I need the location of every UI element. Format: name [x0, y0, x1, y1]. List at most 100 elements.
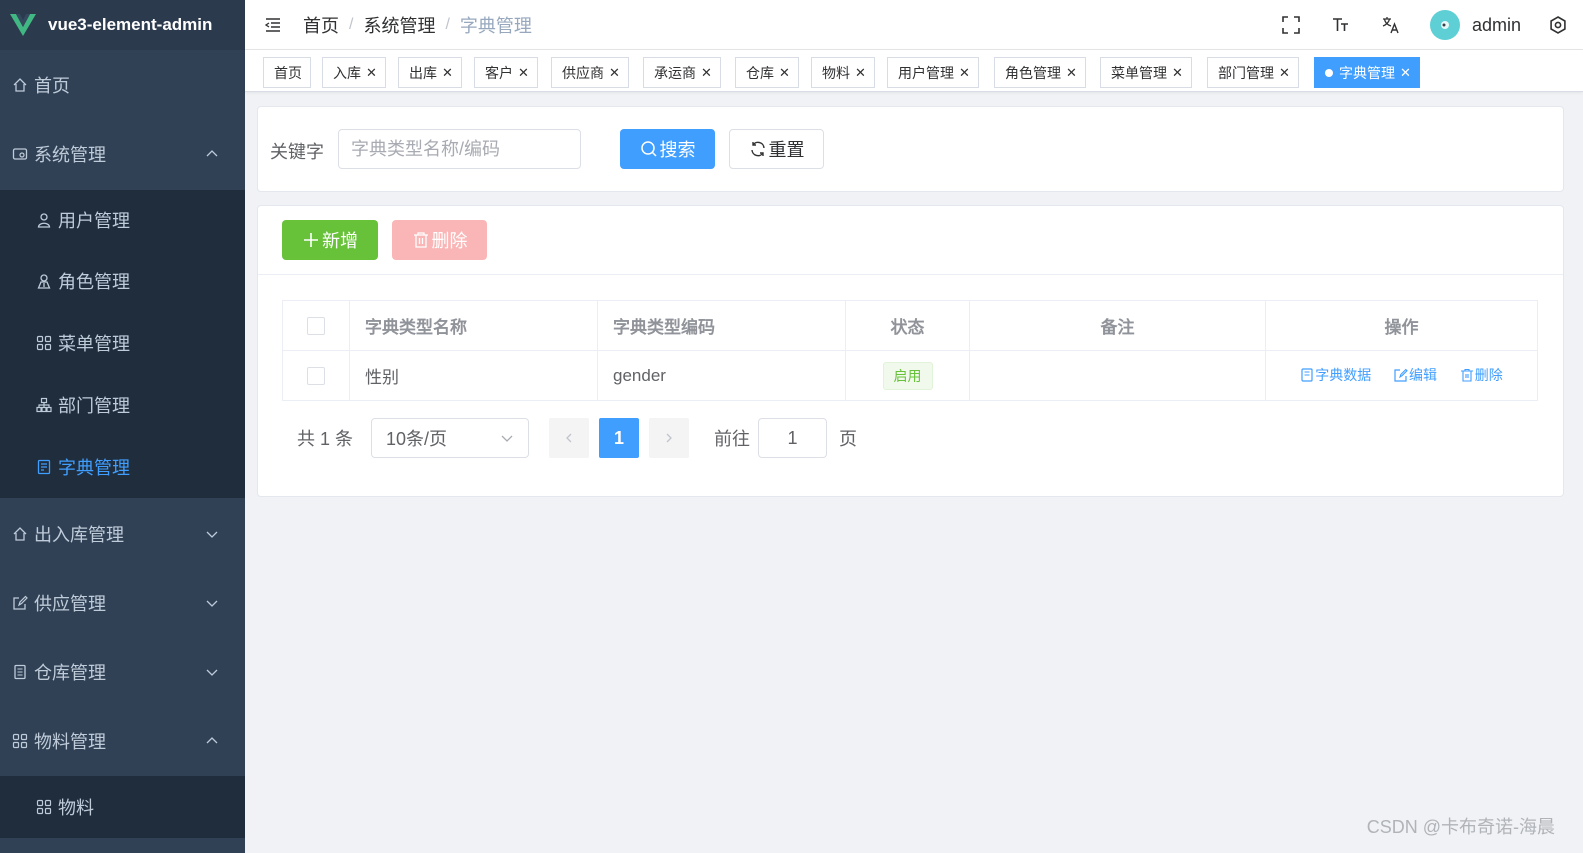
tag-outbound[interactable]: 出库 ✕ [398, 57, 462, 88]
page-number-button[interactable]: 1 [599, 418, 640, 458]
close-icon[interactable]: ✕ [1172, 65, 1183, 81]
close-icon[interactable]: ✕ [366, 65, 377, 81]
document-icon [10, 662, 30, 682]
delete-link[interactable]: 删除 [1460, 365, 1503, 385]
app-title: vue3-element-admin [48, 15, 213, 34]
user-icon [34, 210, 54, 230]
close-icon[interactable]: ✕ [779, 65, 790, 81]
translate-icon[interactable] [1380, 14, 1402, 36]
navbar-actions: admin [1280, 0, 1583, 50]
breadcrumb: 首页 / 系统管理 / 字典管理 [303, 12, 532, 38]
close-icon[interactable]: ✕ [442, 65, 453, 81]
sidebar-item-material[interactable]: 物料 [0, 776, 245, 838]
sidebar-item-label: 供应管理 [34, 594, 106, 614]
pagination-total: 共 1 条 [297, 429, 354, 449]
tag-label: 物料 [822, 64, 850, 81]
tag-customer[interactable]: 客户 ✕ [474, 57, 538, 88]
sidebar-item-warehouse[interactable]: 仓库管理 [0, 638, 245, 706]
sidebar-item-users[interactable]: 用户管理 [0, 190, 245, 250]
goto-page-input[interactable] [758, 418, 828, 458]
sidebar-item-dictionary[interactable]: 字典管理 [0, 436, 245, 498]
menu-grid-icon [10, 731, 30, 751]
tag-warehouse[interactable]: 仓库 ✕ [735, 57, 799, 88]
close-icon[interactable]: ✕ [1400, 65, 1411, 81]
page-size-select[interactable]: 10条/页 [371, 418, 530, 458]
avatar[interactable] [1429, 10, 1460, 40]
dict-data-link[interactable]: 字典数据 [1300, 365, 1371, 385]
tag-inbound[interactable]: 入库 ✕ [322, 57, 386, 88]
tag-department-management[interactable]: 部门管理 ✕ [1207, 57, 1299, 88]
tag-user-management[interactable]: 用户管理 ✕ [887, 57, 979, 88]
sidebar-item-label: 系统管理 [34, 145, 106, 165]
watermark: CSDN @卡布奇诺-海晨 [1366, 817, 1555, 837]
sidebar-item-label: 物料 [58, 798, 94, 818]
chevron-down-icon [206, 531, 218, 538]
table-header-row: 字典类型名称 字典类型编码 状态 备注 操作 [282, 300, 1538, 351]
settings-icon[interactable] [1547, 14, 1569, 36]
sidebar: vue3-element-admin 首页 系统管理 用户管理 角色管理 菜单管… [0, 0, 245, 853]
sidebar-item-inout[interactable]: 出入库管理 [0, 500, 245, 568]
prev-page-button[interactable] [549, 418, 590, 458]
add-button-label: 新增 [322, 231, 358, 251]
divider [258, 274, 1563, 275]
username[interactable]: admin [1472, 15, 1521, 36]
row-select-cell [282, 350, 350, 401]
row-checkbox[interactable] [307, 367, 325, 386]
tags-view: 首页 入库 ✕ 出库 ✕ 客户 ✕ 供应商 ✕ 承运商 ✕ 仓库 ✕ 物料 ✕ 用户管理 ✕ 角… [245, 50, 1583, 92]
close-icon[interactable]: ✕ [855, 65, 866, 81]
vue-logo-icon [10, 14, 36, 36]
edit-label: 编辑 [1409, 366, 1437, 383]
close-icon[interactable]: ✕ [1066, 65, 1077, 81]
tag-role-management[interactable]: 角色管理 ✕ [994, 57, 1086, 88]
fullscreen-icon[interactable] [1280, 14, 1302, 36]
sidebar-item-materials[interactable]: 物料管理 [0, 706, 245, 776]
delete-button[interactable]: 删除 [392, 220, 487, 260]
sidebar-item-system[interactable]: 系统管理 [0, 120, 245, 188]
sidebar-item-label: 角色管理 [58, 272, 130, 292]
breadcrumb-item-system[interactable]: 系统管理 [363, 12, 435, 38]
sidebar-item-menus[interactable]: 菜单管理 [0, 312, 245, 374]
app-logo[interactable]: vue3-element-admin [0, 0, 245, 50]
close-icon[interactable]: ✕ [518, 65, 529, 81]
tag-carrier[interactable]: 承运商 ✕ [643, 57, 721, 88]
close-icon[interactable]: ✕ [609, 65, 620, 81]
keyword-label: 关键字 [270, 142, 324, 162]
tag-menu-management[interactable]: 菜单管理 ✕ [1100, 57, 1192, 88]
tag-label: 首页 [274, 64, 302, 81]
sidebar-item-supply[interactable]: 供应管理 [0, 568, 245, 638]
breadcrumb-separator: / [349, 15, 354, 33]
reset-button[interactable]: 重置 [729, 129, 824, 169]
tag-label: 出库 [409, 64, 437, 81]
sidebar-item-home[interactable]: 首页 [0, 52, 245, 118]
active-dot-icon [1325, 68, 1333, 77]
close-icon[interactable]: ✕ [1279, 65, 1290, 81]
next-page-button[interactable] [649, 418, 690, 458]
tag-home[interactable]: 首页 [263, 57, 311, 88]
search-button[interactable]: 搜索 [620, 129, 715, 169]
sidebar-item-departments[interactable]: 部门管理 [0, 374, 245, 436]
tag-label: 菜单管理 [1111, 64, 1167, 81]
font-size-icon[interactable] [1330, 14, 1352, 36]
collapse-sidebar-icon[interactable] [263, 15, 283, 35]
top-navbar: 首页 / 系统管理 / 字典管理 admin [245, 0, 1583, 50]
tag-material[interactable]: 物料 ✕ [811, 57, 875, 88]
tag-dictionary-management[interactable]: 字典管理 ✕ [1314, 57, 1420, 88]
search-button-label: 搜索 [659, 140, 696, 160]
breadcrumb-item-home[interactable]: 首页 [303, 12, 339, 38]
sidebar-item-label: 菜单管理 [58, 334, 130, 354]
keyword-input[interactable] [338, 129, 581, 169]
tag-label: 供应商 [562, 64, 604, 81]
dictionary-icon [1301, 367, 1313, 382]
column-header-code: 字典类型编码 [597, 300, 846, 351]
trash-icon [1460, 368, 1473, 382]
select-all-checkbox[interactable] [307, 317, 325, 336]
close-icon[interactable]: ✕ [701, 65, 712, 81]
dict-name-cell: 性别 [349, 350, 598, 401]
sidebar-item-roles[interactable]: 角色管理 [0, 250, 245, 312]
tag-supplier[interactable]: 供应商 ✕ [551, 57, 629, 88]
dictionary-table: 字典类型名称 字典类型编码 状态 备注 操作 性别 gender 启用 字典数据 [282, 300, 1538, 401]
close-icon[interactable]: ✕ [959, 65, 970, 81]
tag-label: 字典管理 [1339, 64, 1395, 81]
edit-link[interactable]: 编辑 [1394, 365, 1437, 385]
add-button[interactable]: 新增 [282, 220, 378, 260]
